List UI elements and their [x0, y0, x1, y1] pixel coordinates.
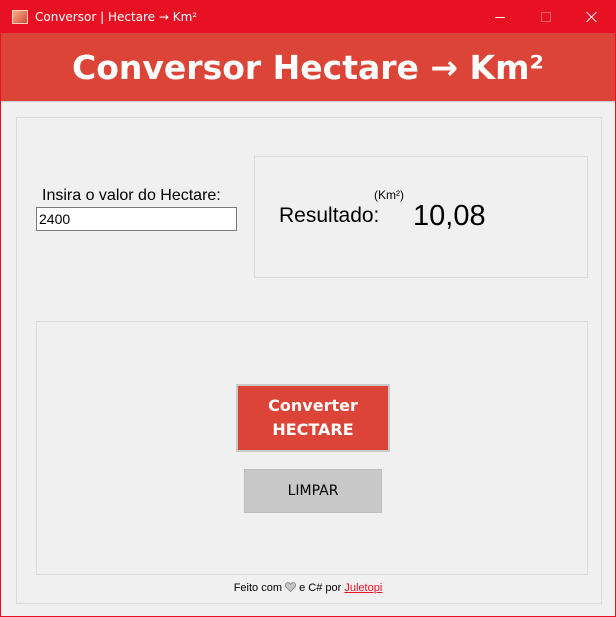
result-label: Resultado: [279, 204, 380, 227]
close-button[interactable] [569, 1, 615, 33]
app-window: Conversor | Hectare → Km² Conversor Hect… [0, 0, 616, 617]
clear-button-label: LIMPAR [287, 483, 339, 499]
close-icon [586, 11, 598, 23]
maximize-button [523, 1, 569, 33]
result-unit-label: (Km²) [374, 188, 404, 202]
hectare-input-label: Insira o valor do Hectare: [42, 187, 221, 204]
footer-text-middle: e C# por [299, 582, 342, 594]
window-title: Conversor | Hectare → Km² [35, 10, 198, 24]
clear-button[interactable]: LIMPAR [244, 469, 382, 513]
convert-button[interactable]: Converter HECTARE [236, 384, 390, 452]
heart-icon [285, 582, 297, 592]
convert-button-line1: Converter [268, 396, 358, 415]
hectare-input[interactable] [36, 207, 237, 231]
minimize-icon [495, 16, 505, 18]
page-title: Conversor Hectare → Km² [72, 47, 544, 87]
app-icon [12, 10, 28, 24]
footer: Feito com e C# por Juletopi [1, 582, 615, 594]
author-link[interactable]: Juletopi [344, 582, 382, 594]
maximize-icon [541, 12, 551, 22]
title-bar[interactable]: Conversor | Hectare → Km² [1, 1, 615, 33]
footer-text-before: Feito com [233, 582, 282, 594]
minimize-button[interactable] [477, 1, 523, 33]
header-banner: Conversor Hectare → Km² [1, 33, 615, 102]
result-value: 10,08 [413, 200, 486, 232]
convert-button-line2: HECTARE [272, 420, 354, 439]
